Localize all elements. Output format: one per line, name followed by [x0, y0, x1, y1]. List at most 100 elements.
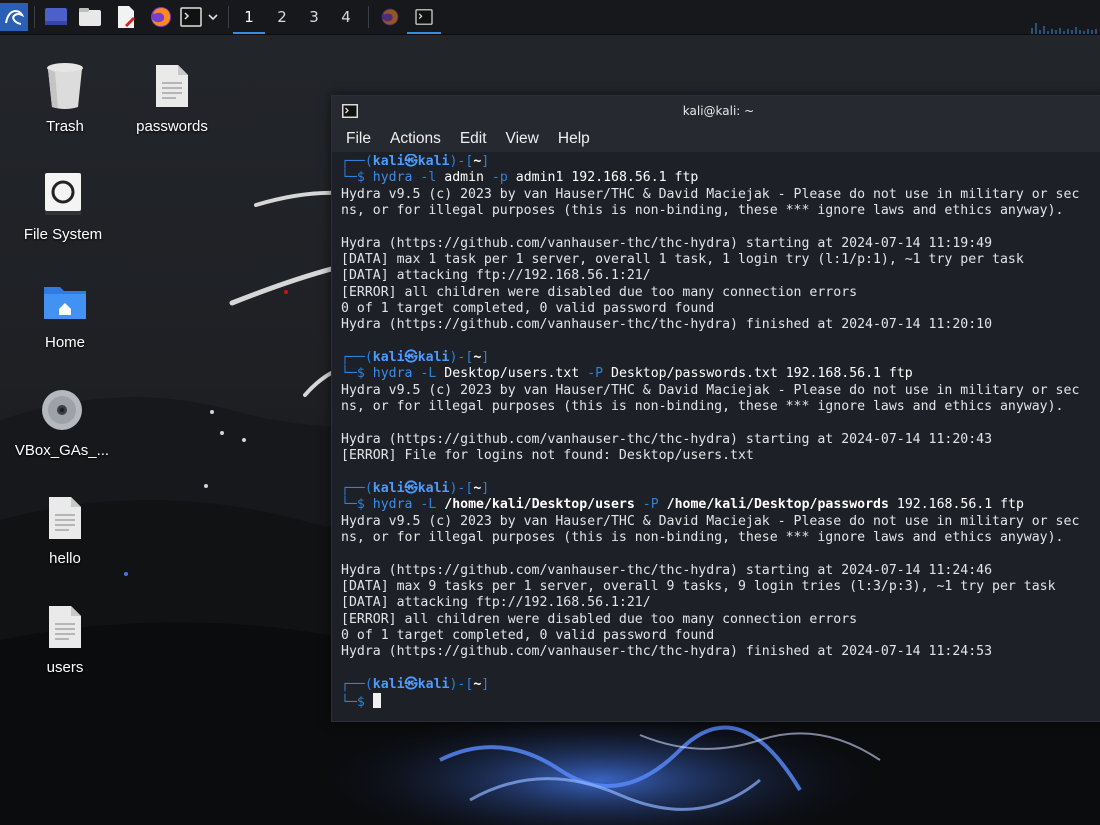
- desktop-icon-vbox-gas[interactable]: VBox_GAs_...: [7, 382, 117, 459]
- desktop-icon-home[interactable]: Home: [10, 274, 120, 351]
- output-line: Hydra v9.5 (c) 2023 by van Hauser/THC & …: [341, 513, 1080, 529]
- output-line: Hydra (https://github.com/vanhauser-thc/…: [341, 644, 993, 660]
- text-editor-icon: [118, 6, 135, 28]
- terminal-launcher-dropdown[interactable]: [205, 4, 221, 30]
- taskbar-separator: [368, 6, 369, 28]
- output-line: Hydra (https://github.com/vanhauser-thc/…: [341, 431, 993, 447]
- prompt-frame: ┌──(: [341, 677, 373, 692]
- output-line: [ERROR] all children were disabled due t…: [341, 611, 858, 627]
- desktop-icon-label: Trash: [46, 118, 84, 135]
- command-line: └─$: [341, 693, 1100, 711]
- output-line: 0 of 1 target completed, 0 valid passwor…: [341, 301, 715, 317]
- output-line: [ERROR] File for logins not found: Deskt…: [341, 448, 754, 464]
- command-line: └─$ hydra -L Desktop/users.txt -P Deskto…: [341, 366, 1100, 382]
- terminal-launcher[interactable]: [178, 4, 204, 30]
- command-arg: -l: [420, 170, 437, 186]
- text-editor-launcher[interactable]: [112, 4, 140, 30]
- desktop-icon-trash[interactable]: Trash: [10, 58, 120, 135]
- desktop-icon-label: Home: [44, 334, 85, 351]
- desktop-icon-passwords[interactable]: passwords: [117, 58, 227, 135]
- prompt-frame: ┌──(: [341, 154, 373, 169]
- firefox-task[interactable]: [376, 4, 404, 30]
- text-file-icon: [156, 65, 188, 107]
- file-manager-launcher[interactable]: [76, 4, 104, 30]
- output-line: [DATA] attacking ftp://192.168.56.1:21/: [341, 595, 651, 611]
- workspace-4[interactable]: 4: [330, 2, 362, 32]
- command-arg: admin: [444, 170, 484, 186]
- kali-menu-button[interactable]: [0, 3, 28, 31]
- command-line: └─$ hydra -l admin -p admin1 192.168.56.…: [341, 170, 1100, 186]
- workspace-3[interactable]: 3: [298, 2, 330, 32]
- output-line: Hydra v9.5 (c) 2023 by van Hauser/THC & …: [341, 186, 1080, 202]
- output-line: ns, or for illegal purposes (this is non…: [341, 529, 1064, 545]
- command-arg: /home/kali/Desktop/users: [444, 497, 635, 513]
- taskbar: 1 2 3 4: [0, 0, 1100, 35]
- prompt-frame: ┌──(: [341, 350, 373, 366]
- text-file-icon: [49, 606, 81, 648]
- prompt-frame: )-[: [449, 480, 474, 496]
- output-line: Hydra (https://github.com/vanhauser-thc/…: [341, 562, 993, 578]
- chevron-down-icon: [208, 14, 218, 21]
- taskbar-separator: [228, 6, 229, 28]
- firefox-icon: [151, 7, 171, 27]
- firefox-launcher[interactable]: [147, 4, 175, 30]
- terminal-task[interactable]: [407, 2, 441, 34]
- output-line: [DATA] max 9 tasks per 1 server, overall…: [341, 578, 1056, 594]
- menu-edit[interactable]: Edit: [460, 130, 487, 148]
- menu-actions[interactable]: Actions: [390, 130, 441, 148]
- workspace-2[interactable]: 2: [266, 2, 298, 32]
- command-arg: /home/kali/Desktop/passwords: [666, 497, 889, 513]
- desktop-icon-file-system[interactable]: File System: [8, 166, 118, 243]
- terminal-icon: [342, 104, 358, 118]
- prompt-frame: └─$: [341, 695, 373, 711]
- prompt-frame: ]: [481, 677, 490, 692]
- prompt-frame: )-[: [449, 677, 474, 692]
- command-arg: -P: [587, 366, 604, 382]
- prompt-frame: └─$: [341, 170, 373, 186]
- desktop-icon-label: users: [46, 659, 84, 676]
- desktop-icon-label: passwords: [136, 118, 208, 135]
- desktop-icon-hello[interactable]: hello: [10, 490, 120, 567]
- command-arg: Desktop/users.txt: [444, 366, 580, 382]
- desktop-icon-users[interactable]: users: [10, 599, 120, 676]
- prompt-user-host: kali㉿kali: [372, 480, 450, 496]
- command-name: hydra: [372, 497, 413, 513]
- command-arg: -L: [420, 366, 437, 382]
- prompt-frame: )-[: [449, 154, 474, 169]
- output-line: [DATA] max 1 task per 1 server, overall …: [341, 252, 1024, 268]
- menu-view[interactable]: View: [506, 130, 539, 148]
- command-name: hydra: [372, 366, 413, 382]
- optical-disc-icon: [42, 390, 82, 430]
- output-line: Hydra (https://github.com/vanhauser-thc/…: [341, 317, 993, 333]
- home-folder-icon: [44, 287, 86, 319]
- trash-icon: [47, 63, 83, 109]
- text-file-icon: [49, 497, 81, 539]
- prompt-frame: ┌──(: [341, 480, 373, 496]
- cpu-graph-widget[interactable]: [1030, 14, 1100, 34]
- drive-icon: [45, 173, 81, 215]
- output-line: 0 of 1 target completed, 0 valid passwor…: [341, 627, 715, 643]
- firefox-icon: [381, 8, 399, 26]
- output-line: ns, or for illegal purposes (this is non…: [341, 203, 1064, 219]
- prompt-user-host: kali㉿kali: [372, 350, 450, 366]
- menu-help[interactable]: Help: [558, 130, 590, 148]
- command-arg: -p: [491, 170, 508, 186]
- workspace-1[interactable]: 1: [233, 2, 265, 34]
- window-titlebar[interactable]: kali@kali: ~: [332, 96, 1100, 126]
- terminal-output[interactable]: ┌──(kali㉿kali)-[~] └─$ hydra -l admin -p …: [341, 154, 1100, 721]
- show-desktop-button[interactable]: [42, 4, 70, 30]
- menu-file[interactable]: File: [346, 130, 371, 148]
- prompt-line: ┌──(kali㉿kali)-[~]: [341, 677, 1100, 693]
- output-line: [ERROR] all children were disabled due t…: [341, 284, 858, 300]
- taskbar-separator: [34, 6, 35, 28]
- menu-bar: File Actions Edit View Help: [332, 126, 1100, 152]
- terminal-window[interactable]: kali@kali: ~ File Actions Edit View Help…: [331, 95, 1100, 722]
- kali-dragon-icon: [5, 9, 25, 25]
- output-line: ns, or for illegal purposes (this is non…: [341, 399, 1064, 415]
- command-arg: -P: [642, 497, 659, 513]
